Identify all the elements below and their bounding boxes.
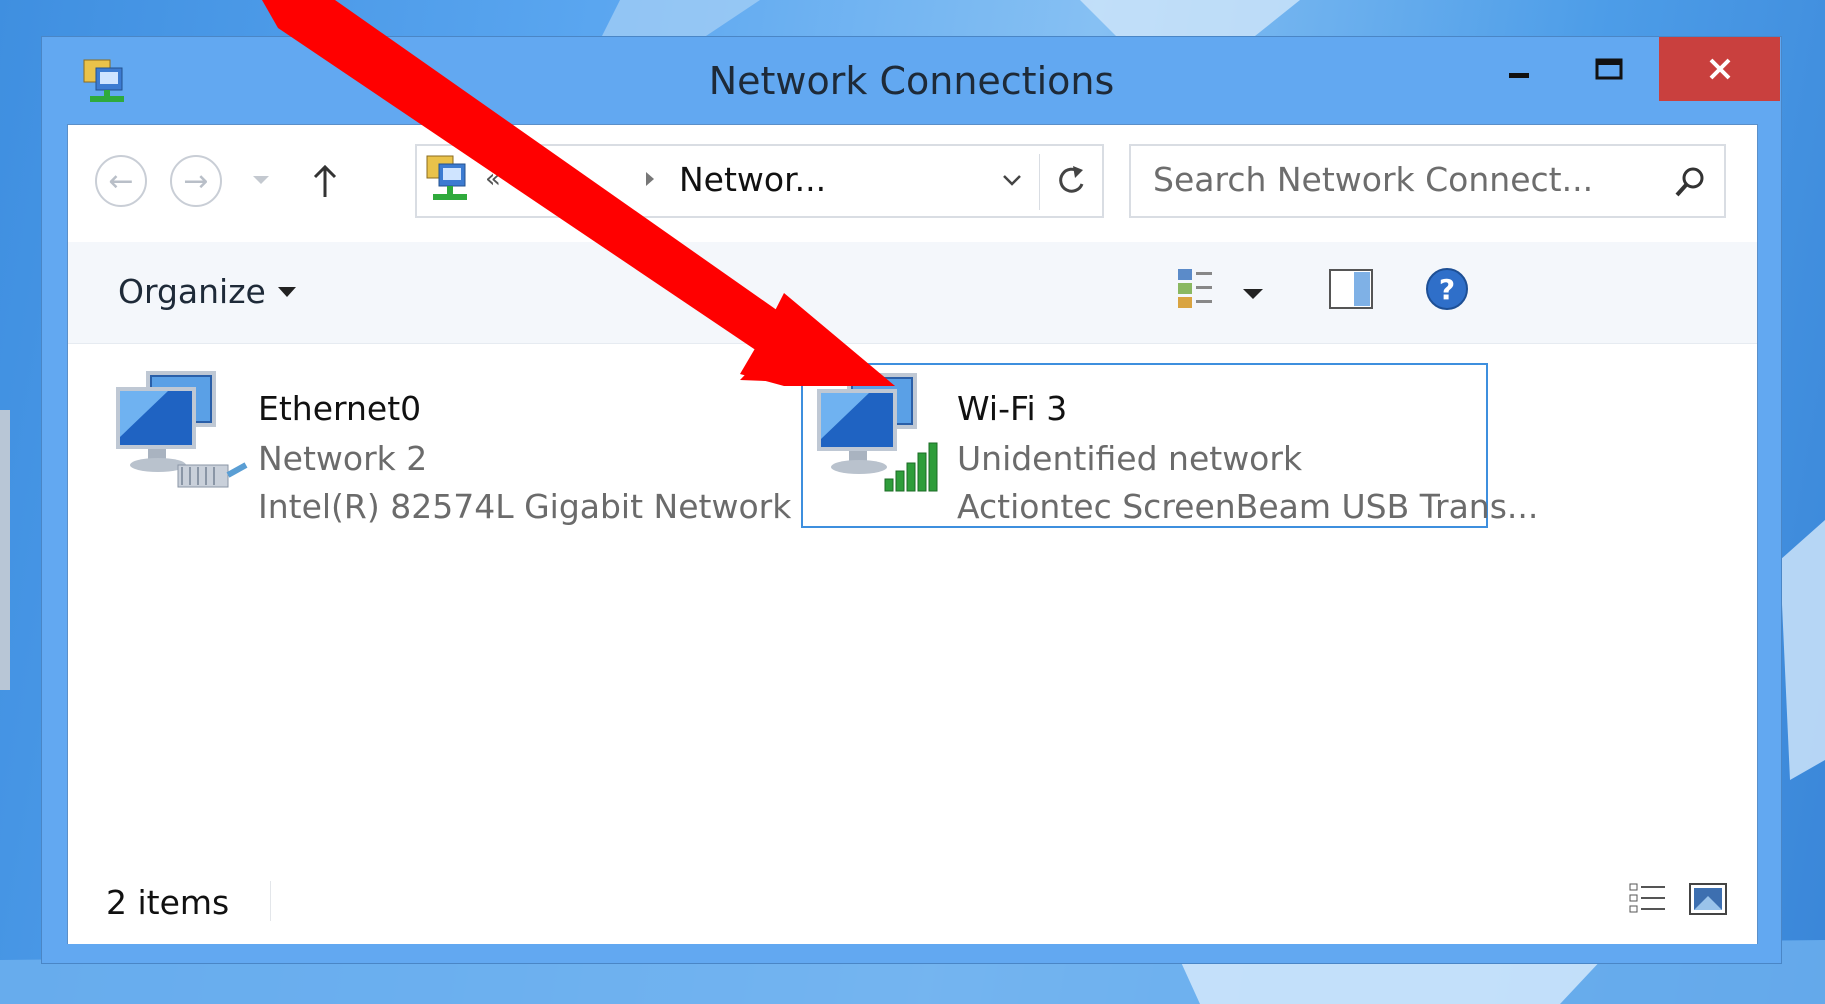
- search-box[interactable]: Search Network Connect...: [1129, 144, 1726, 218]
- chevron-down-icon: [277, 286, 296, 297]
- status-divider: [270, 881, 271, 921]
- connection-item-ethernet[interactable]: Ethernet0 Network 2 Intel(R) 82574L Giga…: [108, 363, 908, 528]
- preview-pane-icon: [1329, 269, 1373, 309]
- breadcrumb-item[interactable]: Ne: [529, 160, 574, 199]
- chevron-down-icon: [1243, 289, 1263, 299]
- connection-name: Ethernet0: [258, 389, 422, 428]
- connection-adapter: Intel(R) 82574L Gigabit Network C...: [258, 487, 857, 526]
- chevron-down-icon: [253, 176, 269, 184]
- view-dropdown-button[interactable]: [1243, 285, 1263, 304]
- refresh-icon: [1059, 166, 1084, 193]
- address-dropdown-button[interactable]: [1001, 172, 1023, 192]
- connection-network: Unidentified network: [957, 439, 1303, 478]
- address-divider: [1039, 154, 1040, 210]
- wifi-adapter-icon: [809, 369, 949, 503]
- large-icons-view-button[interactable]: [1688, 881, 1728, 921]
- refresh-button[interactable]: [1055, 162, 1089, 204]
- network-connections-window: Network Connections ← → « Ne Networ... S…: [41, 36, 1782, 964]
- close-button[interactable]: [1659, 37, 1780, 101]
- maximize-button[interactable]: [1569, 37, 1649, 101]
- organize-menu-button[interactable]: Organize: [118, 272, 296, 311]
- search-input[interactable]: Search Network Connect...: [1153, 160, 1593, 199]
- location-icon: [423, 152, 477, 212]
- view-options-icon: [1178, 269, 1212, 308]
- change-view-button[interactable]: [1176, 267, 1216, 315]
- up-button[interactable]: [305, 155, 345, 207]
- help-button[interactable]: ?: [1424, 266, 1470, 316]
- minimize-button[interactable]: [1479, 37, 1559, 101]
- up-arrow-icon: [313, 164, 337, 197]
- explorer-client-area: ← → « Ne Networ... Search Network Connec…: [67, 124, 1758, 944]
- status-bar: 2 items: [68, 855, 1757, 944]
- connection-item-wifi[interactable]: Wi-Fi 3 Unidentified network Actiontec S…: [801, 363, 1538, 528]
- connection-adapter: Actiontec ScreenBeam USB Trans...: [957, 487, 1539, 526]
- preview-pane-button[interactable]: [1328, 268, 1374, 314]
- details-view-icon: [1629, 883, 1665, 913]
- item-count: 2 items: [106, 883, 230, 922]
- breadcrumb-overflow[interactable]: «: [485, 164, 501, 194]
- close-icon: [1709, 58, 1730, 80]
- maximize-icon: [1595, 58, 1623, 80]
- minimize-icon: [1509, 73, 1529, 78]
- address-bar[interactable]: « Ne Networ...: [415, 144, 1104, 218]
- connection-name: Wi-Fi 3: [957, 389, 1068, 428]
- command-toolbar: Organize ?: [68, 242, 1757, 344]
- organize-label: Organize: [118, 272, 266, 311]
- search-icon[interactable]: [1673, 164, 1707, 204]
- help-icon: ?: [1426, 268, 1468, 310]
- chevron-down-icon: [1003, 175, 1021, 186]
- details-view-button[interactable]: [1628, 881, 1668, 921]
- ethernet-adapter-icon: [108, 367, 248, 501]
- back-arrow-icon: ←: [108, 163, 134, 199]
- navigation-bar: ← → « Ne Networ... Search Network Connec…: [68, 125, 1757, 242]
- breadcrumb-separator-icon[interactable]: [644, 170, 656, 192]
- large-icons-view-icon: [1689, 883, 1727, 915]
- forward-arrow-icon: →: [183, 163, 209, 199]
- breadcrumb-current[interactable]: Networ...: [679, 160, 826, 199]
- forward-button[interactable]: →: [170, 155, 222, 207]
- connection-network: Network 2: [258, 439, 428, 478]
- recent-locations-dropdown[interactable]: [253, 171, 269, 190]
- back-button[interactable]: ←: [95, 155, 147, 207]
- svg-text:?: ?: [1439, 273, 1455, 306]
